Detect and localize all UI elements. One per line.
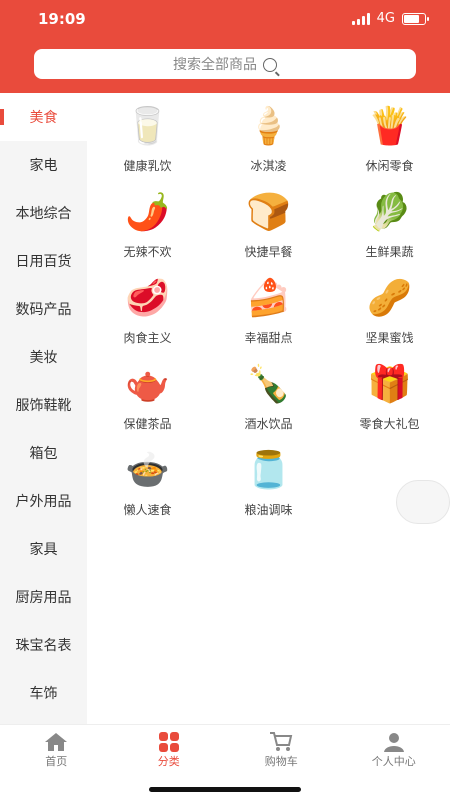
battery-icon [402,12,429,25]
subcategory-thumbnail: 🍾 [246,364,291,405]
search-placeholder: 搜索全部商品 [173,57,257,73]
sidebar-item[interactable]: 美食 [0,93,87,141]
sidebar-item-label: 家具 [29,542,58,558]
sidebar-item[interactable]: 户外用品 [0,477,87,525]
sidebar-item[interactable]: 珠宝名表 [0,621,87,669]
subcategory-thumbnail: 🫙 [246,450,291,491]
subcategory-item[interactable]: 🥜 坚果蜜饯 [329,271,450,357]
tab-cart-label: 购物车 [264,755,298,768]
subcategory-item[interactable]: 🥛 健康乳饮 [87,99,208,185]
subcategory-label: 零食大礼包 [359,417,420,431]
subcategory-label: 肉食主义 [123,331,172,345]
sidebar-item-label: 车饰 [29,686,58,702]
subcategory-thumbnail: 🍟 [367,106,412,147]
subcategory-thumbnail: 🎁 [367,364,412,405]
subcategory-item[interactable]: 🥩 肉食主义 [87,271,208,357]
subcategory-grid: 🥛 健康乳饮 🍦 冰淇凌 🍟 休闲零食 🌶️ 无辣不欢 🍞 快捷早餐 🥬 生鲜果蔬 🥩 肉食主义 🍰 幸福甜点… [87,93,450,529]
subcategory-item[interactable]: 🥬 生鲜果蔬 [329,185,450,271]
user-icon [383,731,405,753]
subcategory-item[interactable]: 🍟 休闲零食 [329,99,450,185]
sidebar-item-label: 户外用品 [15,494,72,510]
sidebar-item[interactable]: 车饰 [0,669,87,717]
tab-category-label: 分类 [157,755,180,768]
sidebar-item[interactable]: 本地综合 [0,189,87,237]
subcategory-thumbnail: 🥬 [367,192,412,233]
home-indicator [149,787,301,792]
subcategory-item[interactable]: 🍞 快捷早餐 [208,185,329,271]
signal-icon [351,12,370,25]
sidebar-item-label: 美食 [29,110,58,126]
subcategory-label: 坚果蜜饯 [365,331,414,345]
subcategory-label: 酒水饮品 [244,417,293,431]
sidebar-item[interactable]: 日用百货 [0,237,87,285]
subcategory-thumbnail: 🍦 [246,106,291,147]
sidebar-item-label: 箱包 [29,446,58,462]
subcategory-thumbnail: 🍞 [246,192,291,233]
tab-home-label: 首页 [45,755,68,768]
sidebar-item[interactable]: 家具 [0,525,87,573]
subcategory-thumbnail: 🥛 [125,106,170,147]
subcategory-label: 粮油调味 [244,503,293,517]
search-input[interactable]: 搜索全部商品 [34,49,416,79]
sidebar-item[interactable]: 美妆 [0,333,87,381]
subcategory-item[interactable]: 🍾 酒水饮品 [208,357,329,443]
subcategory-item[interactable]: 🍰 幸福甜点 [208,271,329,357]
tab-profile-label: 个人中心 [371,755,416,768]
sidebar-item-label: 服饰鞋靴 [15,398,72,414]
subcategory-item[interactable]: 🍦 冰淇凌 [208,99,329,185]
subcategory-thumbnail: 🍰 [246,278,291,319]
tab-cart[interactable]: 购物车 [225,725,338,776]
subcategory-thumbnail: 🥩 [125,278,170,319]
subcategory-label: 休闲零食 [365,159,414,173]
status-time: 19:09 [38,10,86,28]
sidebar-item-label: 家电 [29,158,58,174]
category-sidebar: 美食家电本地综合日用百货数码产品美妆服饰鞋靴箱包户外用品家具厨房用品珠宝名表车饰 [0,93,87,724]
subcategory-label: 保健茶品 [123,417,172,431]
subcategory-label: 懒人速食 [123,503,172,517]
sidebar-item[interactable]: 箱包 [0,429,87,477]
subcategory-label: 快捷早餐 [244,245,293,259]
subcategory-thumbnail: 🍲 [125,450,170,491]
grid-icon [158,731,180,753]
subcategory-item[interactable]: 🍲 懒人速食 [87,443,208,529]
subcategory-thumbnail: 🫖 [125,364,170,405]
sidebar-item-label: 本地综合 [15,206,72,222]
bottom-tab-bar: 首页 分类 购物车 个人中心 [0,724,450,776]
tab-profile[interactable]: 个人中心 [338,725,450,776]
subcategory-label: 冰淇凌 [250,159,287,173]
header: 搜索全部商品 [0,40,450,93]
tab-category[interactable]: 分类 [113,725,226,776]
sidebar-item[interactable]: 家电 [0,141,87,189]
sidebar-item-label: 厨房用品 [15,590,72,606]
sidebar-item-label: 美妆 [29,350,58,366]
search-icon [263,58,277,72]
subcategory-item[interactable]: 🎁 零食大礼包 [329,357,450,443]
subcategory-item[interactable]: 🫖 保健茶品 [87,357,208,443]
status-indicators: 4G [351,11,429,26]
sidebar-item-label: 数码产品 [15,302,72,318]
sidebar-item[interactable]: 服饰鞋靴 [0,381,87,429]
sidebar-item-label: 珠宝名表 [15,638,72,654]
sidebar-item[interactable]: 数码产品 [0,285,87,333]
network-label: 4G [376,11,395,26]
subcategory-label: 幸福甜点 [244,331,293,345]
status-bar: 19:09 4G [0,0,450,40]
subcategory-item[interactable]: 🌶️ 无辣不欢 [87,185,208,271]
home-icon [44,731,68,753]
floating-assist-button[interactable] [396,480,450,524]
subcategory-label: 无辣不欢 [123,245,172,259]
category-content: 🥛 健康乳饮 🍦 冰淇凌 🍟 休闲零食 🌶️ 无辣不欢 🍞 快捷早餐 🥬 生鲜果蔬 🥩 肉食主义 🍰 幸福甜点… [87,93,450,724]
subcategory-thumbnail: 🥜 [367,278,412,319]
subcategory-label: 生鲜果蔬 [365,245,414,259]
tab-home[interactable]: 首页 [0,725,113,776]
sidebar-item-label: 日用百货 [15,254,72,270]
subcategory-label: 健康乳饮 [123,159,172,173]
cart-icon [269,731,293,753]
sidebar-item[interactable]: 厨房用品 [0,573,87,621]
subcategory-thumbnail: 🌶️ [125,192,170,233]
subcategory-item[interactable]: 🫙 粮油调味 [208,443,329,529]
